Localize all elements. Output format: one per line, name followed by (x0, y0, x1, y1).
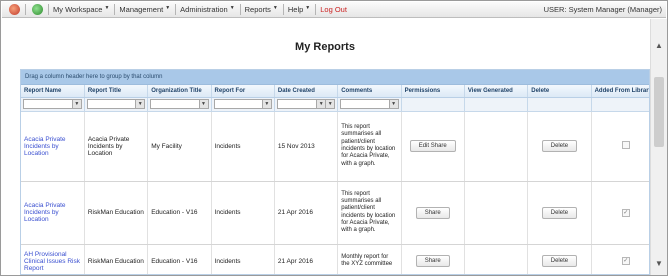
chevron-down-icon: ▼ (104, 5, 110, 11)
home-logo-icon[interactable] (9, 4, 20, 15)
column-header-permissions[interactable]: Permissions (401, 85, 465, 98)
current-user-label: USER: System Manager (Manager) (543, 5, 662, 14)
column-header-comments[interactable]: Comments (337, 85, 402, 98)
column-header-report-name[interactable]: Report Name (21, 85, 85, 98)
page-title: My Reports (295, 41, 355, 53)
filter-icon[interactable]: ▼ (136, 99, 146, 109)
filter-icon[interactable]: ▼ (389, 99, 399, 109)
date-created-cell: 21 Apr 2016 (274, 244, 339, 274)
reports-grid: Drag a column header here to group by th… (20, 69, 650, 275)
report-title-cell: Acacia Private Incidents by Location (84, 111, 149, 182)
share-button[interactable]: Share (415, 255, 450, 267)
top-navbar: My Workspace ▼ Management ▼ Administration… (2, 2, 666, 18)
report-name-link[interactable]: Acacia Private Incidents by Location (21, 111, 85, 182)
menu-help[interactable]: Help ▼ (288, 5, 310, 14)
delete-button[interactable]: Delete (541, 140, 578, 152)
filter-input-report-name[interactable] (23, 99, 73, 109)
report-for-cell: Incidents (211, 111, 275, 182)
view-generated-cell (464, 111, 529, 182)
comments-cell: Monthly report for the XYZ committee (337, 244, 402, 274)
menu-reports[interactable]: Reports ▼ (245, 5, 278, 14)
report-for-cell: Incidents (211, 181, 275, 245)
filter-input-date-created[interactable] (276, 99, 318, 109)
organization-cell: My Facility (147, 111, 212, 182)
filter-input-comments[interactable] (340, 99, 390, 109)
report-title-cell: RiskMan Education (84, 244, 149, 274)
table-row: Acacia Private Incidents by Location Ris… (21, 181, 649, 245)
menu-management[interactable]: Management ▼ (119, 5, 170, 14)
column-header-date-created[interactable]: Date Created (274, 85, 339, 98)
menu-my-workspace[interactable]: My Workspace ▼ (53, 5, 109, 14)
comments-cell: This report summarises all patient/clien… (337, 111, 402, 182)
share-button[interactable]: Share (415, 206, 450, 219)
report-name-link[interactable]: Acacia Private Incidents by Location (21, 181, 85, 245)
column-header-delete[interactable]: Delete (527, 85, 592, 98)
filter-icon[interactable]: ▼ (199, 99, 209, 109)
vertical-scrollbar[interactable]: ▲ ▼ (650, 19, 667, 275)
filter-input-report-for[interactable] (213, 99, 263, 109)
chevron-down-icon: ▼ (229, 5, 235, 11)
logout-link[interactable]: Log Out (320, 5, 347, 14)
table-row: Acacia Private Incidents by Location Aca… (21, 111, 649, 182)
column-header-report-for[interactable]: Report For (211, 85, 275, 98)
filter-icon[interactable]: ▼ (72, 99, 82, 109)
report-name-link[interactable]: AH Provisional Clinical Issues Risk Repo… (21, 244, 85, 274)
filter-input-report-title[interactable] (86, 99, 137, 109)
filter-icon[interactable]: ▼ (326, 99, 336, 109)
calendar-dropdown-icon[interactable]: ▼ (317, 99, 327, 109)
organization-cell: Education - V16 (147, 244, 212, 274)
group-by-drop-zone[interactable]: Drag a column header here to group by th… (21, 70, 649, 85)
app-window: My Workspace ▼ Management ▼ Administration… (0, 0, 668, 276)
view-generated-cell (464, 181, 529, 245)
column-header-added-from-library[interactable]: Added From Library (591, 85, 649, 98)
filter-row: ▼ ▼ ▼ ▼ ▼ ▼ ▼ (21, 97, 649, 112)
added-from-library-checkbox[interactable]: ✓ (621, 208, 630, 217)
scrollbar-thumb[interactable] (654, 77, 664, 147)
refresh-icon[interactable] (32, 4, 43, 15)
scroll-down-icon[interactable]: ▼ (651, 259, 667, 268)
filter-input-organization-title[interactable] (150, 99, 200, 109)
reports-table: Report Name Report Title Organization Ti… (21, 85, 649, 274)
filter-icon[interactable]: ▼ (262, 99, 272, 109)
column-header-view-generated[interactable]: View Generated (464, 85, 529, 98)
report-for-cell: Incidents (211, 244, 275, 274)
delete-button[interactable]: Delete (541, 206, 578, 219)
organization-cell: Education - V16 (147, 181, 212, 245)
date-created-cell: 15 Nov 2013 (274, 111, 339, 182)
delete-button[interactable]: Delete (541, 255, 578, 267)
comments-cell: This report summarises all patient/clien… (337, 181, 402, 245)
report-title-cell: RiskMan Education (84, 181, 149, 245)
scroll-up-icon[interactable]: ▲ (651, 41, 667, 50)
column-header-report-title[interactable]: Report Title (84, 85, 149, 98)
added-from-library-checkbox[interactable]: ✓ (621, 257, 630, 265)
chevron-down-icon: ▼ (165, 5, 171, 11)
chevron-down-icon: ▼ (272, 5, 278, 11)
chevron-down-icon: ▼ (305, 5, 311, 11)
column-header-organization-title[interactable]: Organization Title (147, 85, 212, 98)
table-row: AH Provisional Clinical Issues Risk Repo… (21, 244, 649, 274)
added-from-library-checkbox[interactable] (621, 141, 630, 149)
edit-share-button[interactable]: Edit Share (409, 140, 456, 152)
menu-administration[interactable]: Administration ▼ (180, 5, 234, 14)
view-generated-cell (464, 244, 529, 274)
date-created-cell: 21 Apr 2016 (274, 181, 339, 245)
